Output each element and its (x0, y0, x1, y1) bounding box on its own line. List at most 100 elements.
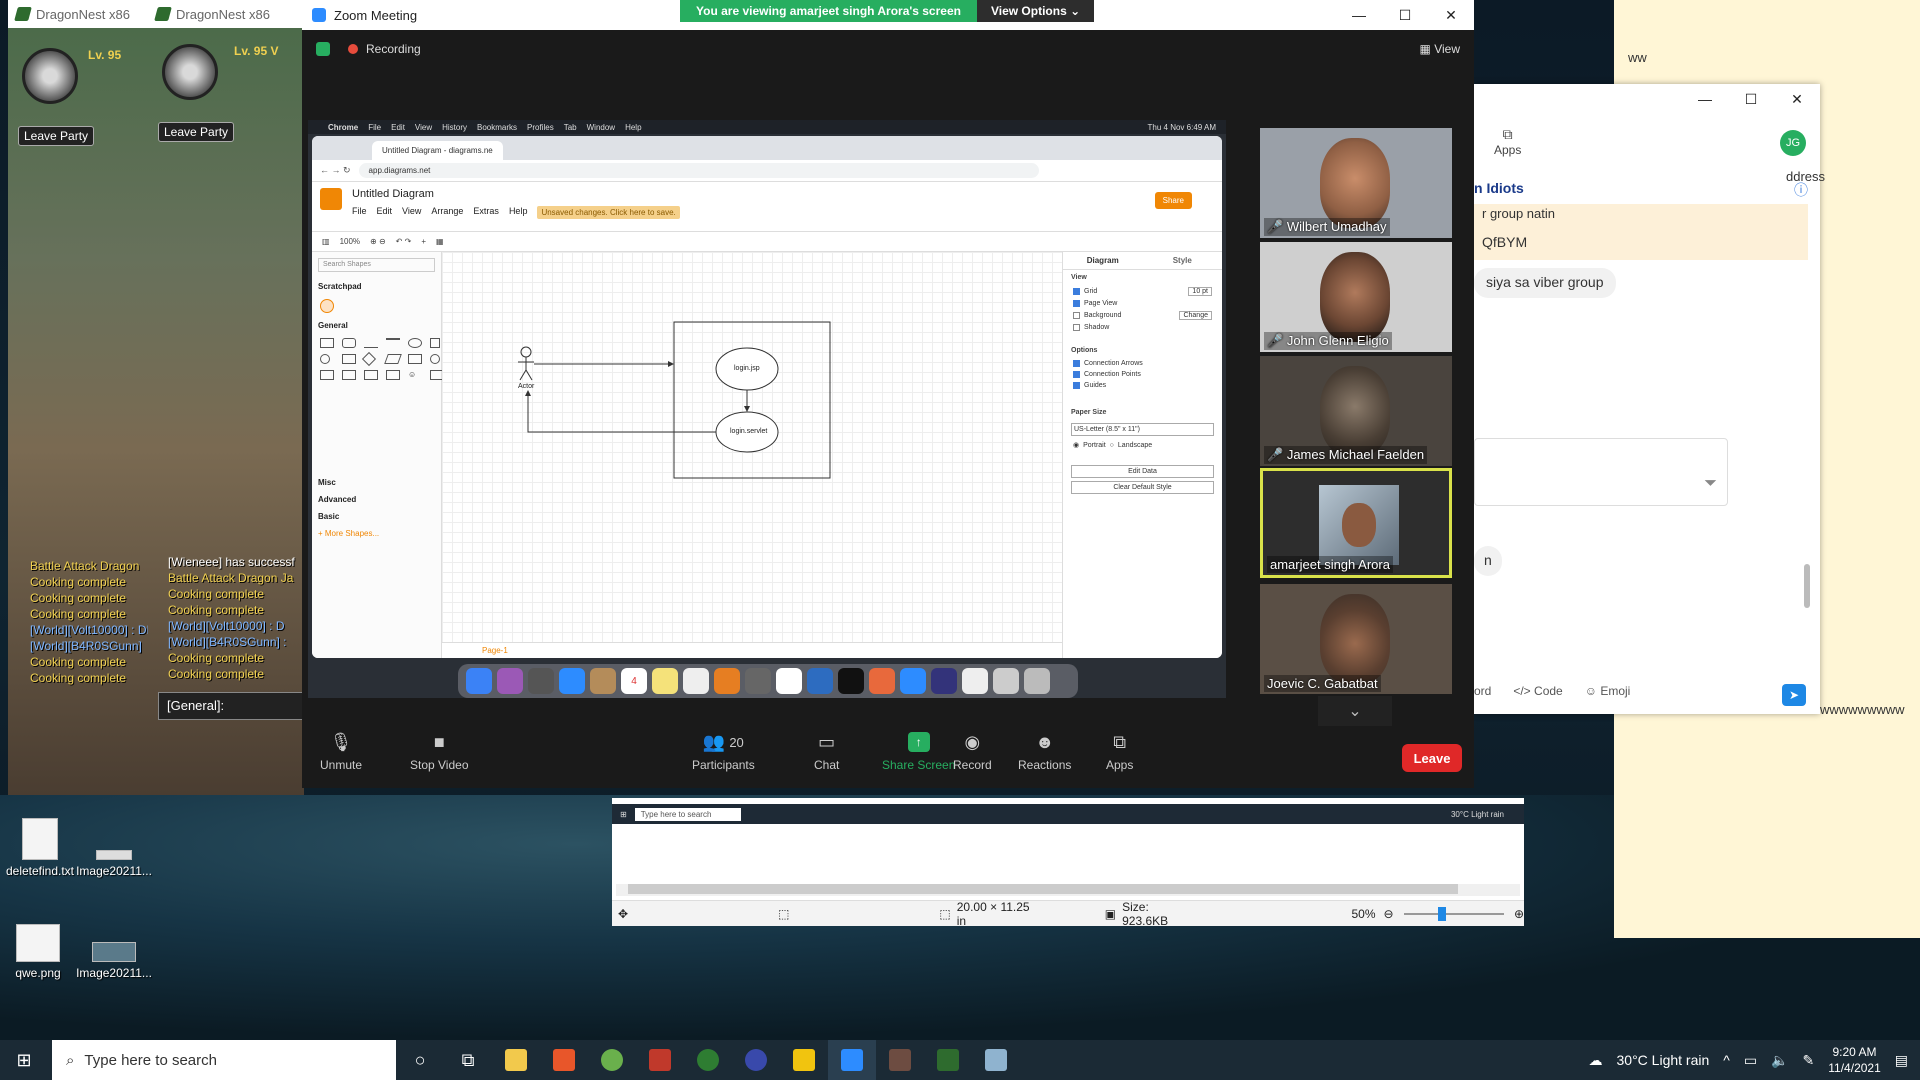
maximize-button[interactable]: ☐ (1382, 0, 1428, 30)
zoom-in-button[interactable]: ⊕ (1514, 907, 1524, 921)
close-button[interactable]: ✕ (1428, 0, 1474, 30)
leave-party-button[interactable]: Leave Party (158, 122, 235, 142)
filter-icon[interactable]: ⏷ (1704, 475, 1717, 493)
chat-button[interactable]: ▭ Chat (814, 732, 840, 773)
dimensions-icon: ⬚ (939, 906, 951, 921)
taskbar-app[interactable] (492, 1040, 540, 1080)
taskbar-app[interactable] (924, 1040, 972, 1080)
participant-video (1320, 252, 1390, 342)
desktop-icon-image1[interactable]: Image20211... (74, 818, 154, 878)
muted-mic-icon: 🎙 (329, 731, 353, 752)
reactions-button[interactable]: ☻ Reactions (1018, 732, 1071, 773)
game-window-2[interactable]: DragonNest x86 Lv. 95 V Leave Party [Wie… (148, 0, 304, 795)
minimize-button[interactable]: — (1336, 0, 1382, 30)
game-window-1[interactable]: DragonNest x86 Lv. 95 Leave Party Battle… (8, 0, 153, 795)
muted-mic-icon: 🎤 (1267, 333, 1284, 348)
game-titlebar[interactable]: DragonNest x86 (148, 0, 304, 28)
drawio-share-button: Share (1154, 192, 1192, 209)
task-view-icon[interactable]: ⧉ (444, 1040, 492, 1080)
share-screen-label: Share Screen (882, 758, 956, 772)
maximize-button[interactable]: ☐ (1728, 84, 1774, 114)
zoom-slider[interactable] (1403, 906, 1504, 921)
screen-share-banner: You are viewing amarjeet singh Arora's s… (680, 0, 1095, 22)
chat-label: Chat (814, 758, 840, 772)
desktop-icon-qwe[interactable]: qwe.png (0, 924, 78, 980)
taskbar-search[interactable]: ⌕ Type here to search (52, 1040, 396, 1080)
taskbar-app[interactable] (540, 1040, 588, 1080)
weather-text[interactable]: 30°C Light rain (1617, 1052, 1710, 1068)
video-tile[interactable]: Joevic C. Gabatbat (1260, 584, 1452, 694)
code-button[interactable]: </> Code (1513, 684, 1562, 698)
pen-icon[interactable]: ✎ (1803, 1052, 1815, 1069)
taskbar-app-active[interactable] (828, 1040, 876, 1080)
horizontal-scrollbar[interactable] (616, 884, 1520, 896)
game-scene[interactable]: Lv. 95 Leave Party Battle Attack Dragon … (8, 28, 153, 795)
taskbar-app[interactable] (588, 1040, 636, 1080)
desktop-icon-image2[interactable]: Image20211... (74, 924, 154, 980)
zoom-window[interactable]: Zoom Meeting — ☐ ✕ You are viewing amarj… (302, 0, 1474, 788)
taskbar-app[interactable] (684, 1040, 732, 1080)
emoji-button[interactable]: ☺ Emoji (1585, 684, 1631, 698)
desktop-icon-label: deletefind.txt (5, 864, 75, 878)
game-chat-input[interactable]: [General]: (158, 692, 304, 720)
group-name: n Idiots (1474, 180, 1524, 196)
windows-start-icon[interactable]: ⊞ (0, 1040, 48, 1080)
taskbar-app[interactable] (732, 1040, 780, 1080)
share-screen-icon: ↑ (907, 732, 930, 752)
zoom-slider-thumb[interactable] (1437, 906, 1446, 921)
mac-menu-item: Help (625, 122, 642, 132)
scrollbar-thumb[interactable] (628, 884, 1458, 894)
taskbar-app[interactable] (972, 1040, 1020, 1080)
taskbar-clock[interactable]: 9:20 AM 11/4/2021 (1828, 1044, 1881, 1076)
minimize-button[interactable]: — (1682, 84, 1728, 114)
toolbar-item[interactable]: ord (1474, 684, 1491, 698)
shape-circle (320, 354, 330, 364)
cortana-icon[interactable]: ○ (396, 1040, 444, 1080)
leave-party-button[interactable]: Leave Party (18, 126, 95, 146)
close-button[interactable]: ✕ (1774, 84, 1820, 114)
leave-button[interactable]: Leave (1402, 744, 1462, 772)
game-scene[interactable]: Lv. 95 V Leave Party [Wieneee] has succe… (148, 28, 304, 795)
drawio-menu-item: Help (508, 206, 528, 216)
game-titlebar[interactable]: DragonNest x86 (8, 0, 153, 28)
participant-name-text: James Michael Faelden (1286, 447, 1425, 462)
notification-icon[interactable]: ▤ (1895, 1052, 1908, 1069)
gallery-scroll-down[interactable]: ⌄ (1318, 696, 1392, 726)
video-tile-active-speaker[interactable]: amarjeet singh Arora (1260, 468, 1452, 578)
unmute-button[interactable]: 🎙 Unmute (320, 731, 362, 773)
zoom-out-button[interactable]: ⊖ (1384, 907, 1394, 921)
video-tile[interactable]: 🎤 James Michael Faelden (1260, 356, 1452, 466)
taskbar-app[interactable] (876, 1040, 924, 1080)
volume-icon[interactable]: 🔈 (1771, 1052, 1788, 1069)
send-button[interactable]: ➤ (1782, 684, 1806, 706)
safari-icon (559, 668, 585, 694)
video-tile[interactable]: 🎤 Wilbert Umadhay (1260, 128, 1452, 238)
image-viewer-window[interactable]: ⊞ Type here to search 30°C Light rain ✥ … (612, 798, 1524, 928)
view-options-button[interactable]: View Options ⌄ (976, 0, 1095, 22)
participants-button[interactable]: 👥 20 Participants (692, 732, 755, 773)
move-icon: ✥ (618, 906, 629, 921)
mini-search: Type here to search (634, 807, 742, 821)
viewing-banner: You are viewing amarjeet singh Arora's s… (680, 0, 977, 22)
messenger-window[interactable]: — ☐ ✕ ⧉ Apps JG ddress n Idiots ⓘ r grou… (1474, 84, 1825, 714)
taskbar-app[interactable] (636, 1040, 684, 1080)
note-text: ww (1628, 50, 1647, 65)
apps-button[interactable]: ⧉ Apps (1106, 732, 1133, 773)
checkbox-icon (1073, 324, 1080, 331)
apps-button[interactable]: ⧉ Apps (1494, 126, 1521, 157)
actor-head (520, 346, 532, 358)
chevron-up-icon[interactable]: ^ (1723, 1052, 1730, 1068)
video-tile[interactable]: 🎤 John Glenn Eligio (1260, 242, 1452, 352)
participant-name: amarjeet singh Arora (1267, 556, 1393, 573)
record-button[interactable]: ◉ Record (953, 732, 992, 773)
taskbar-app[interactable] (780, 1040, 828, 1080)
view-button[interactable]: ▦ View (1420, 42, 1460, 56)
scrollbar[interactable] (1804, 564, 1810, 608)
avatar[interactable]: JG (1780, 130, 1806, 156)
stop-video-button[interactable]: ■ Stop Video (410, 732, 469, 773)
share-screen-button[interactable]: ↑ Share Screen (882, 732, 955, 772)
info-icon[interactable]: ⓘ (1794, 180, 1808, 200)
message-input[interactable]: ⏷ (1474, 438, 1728, 506)
desktop-icon-deletefind[interactable]: deletefind.txt (0, 818, 80, 878)
network-icon[interactable]: ▭ (1744, 1052, 1757, 1069)
